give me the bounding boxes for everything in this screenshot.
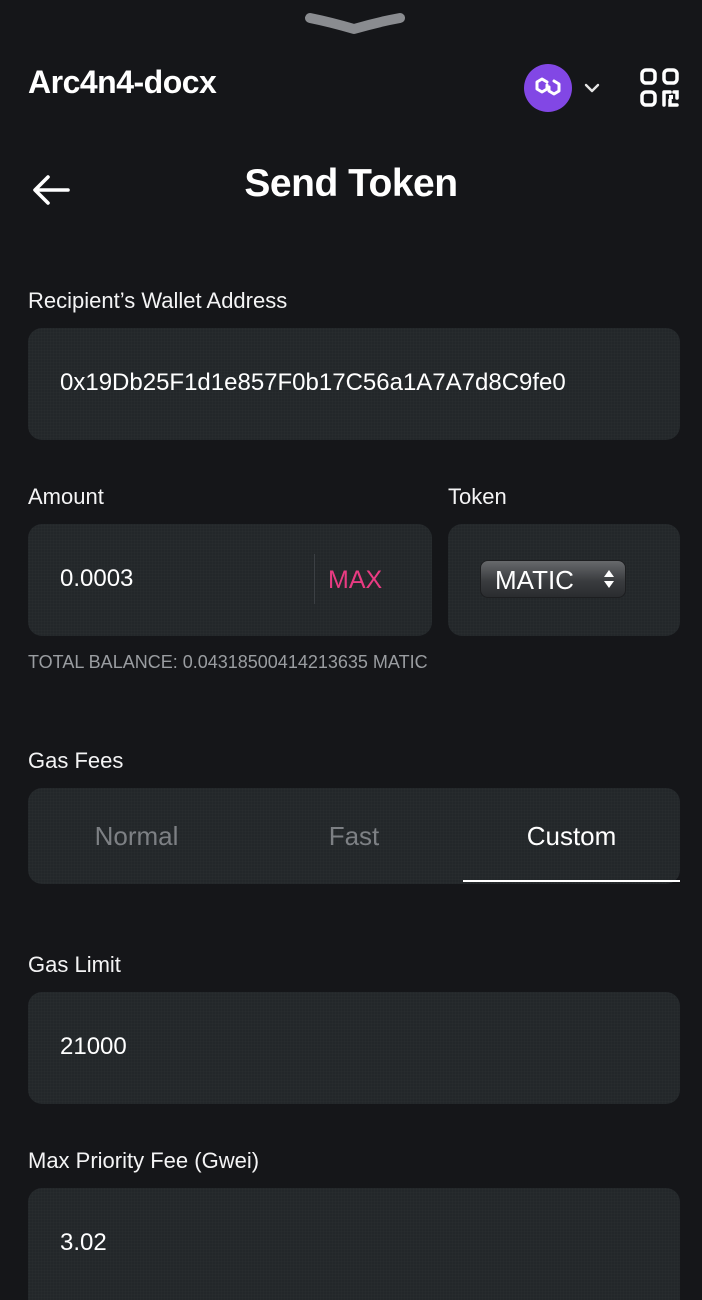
tab-custom[interactable]: Custom — [463, 788, 680, 884]
max-button[interactable]: MAX — [328, 524, 382, 636]
tab-fast[interactable]: Fast — [245, 788, 463, 884]
recipient-label: Recipient’s Wallet Address — [28, 288, 288, 313]
token-select-value: MATIC — [495, 565, 574, 595]
token-label: Token — [448, 484, 507, 509]
page-title: Send Token — [244, 162, 458, 205]
recipient-address-value[interactable]: 0x19Db25F1d1e857F0b17C56a1A7A7d8C9fe0 — [60, 369, 566, 397]
gas-limit-input[interactable]: 21000 — [60, 1033, 127, 1061]
app-name: Arc4n4-docx — [28, 64, 217, 100]
gas-fee-tabs: Normal Fast Custom — [28, 788, 680, 884]
amount-label: Amount — [28, 484, 104, 509]
network-selector[interactable] — [524, 64, 604, 112]
gas-limit-field[interactable]: 21000 — [28, 992, 680, 1104]
chevron-down-icon — [584, 83, 600, 93]
amount-divider — [314, 554, 315, 604]
max-priority-fee-input[interactable]: 3.02 — [60, 1229, 107, 1257]
max-priority-fee-field[interactable]: 3.02 — [28, 1188, 680, 1300]
amount-input[interactable]: 0.0003 — [60, 565, 133, 593]
active-tab-indicator — [463, 880, 680, 882]
polygon-icon — [524, 64, 572, 112]
gas-limit-label: Gas Limit — [28, 952, 121, 977]
drag-handle[interactable] — [0, 0, 702, 44]
select-arrows-icon — [604, 570, 614, 588]
gas-fees-label: Gas Fees — [28, 748, 124, 773]
max-priority-fee-label: Max Priority Fee (Gwei) — [28, 1148, 260, 1173]
total-balance: TOTAL BALANCE: 0.04318500414213635 MATIC — [28, 652, 428, 672]
token-select[interactable]: MATIC — [480, 560, 626, 598]
amount-field[interactable]: 0.0003 MAX — [28, 524, 432, 636]
tab-normal[interactable]: Normal — [28, 788, 245, 884]
token-field: MATIC — [448, 524, 680, 636]
recipient-address-field[interactable]: 0x19Db25F1d1e857F0b17C56a1A7A7d8C9fe0 — [28, 328, 680, 440]
chevron-down-handle-icon — [305, 13, 405, 34]
qr-code-icon[interactable] — [638, 66, 682, 110]
